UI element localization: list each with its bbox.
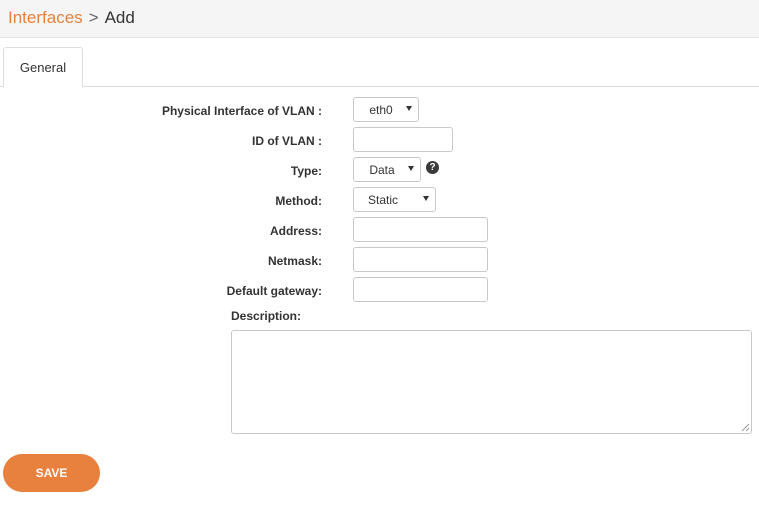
method-select[interactable]: Static [353,187,436,212]
address-input[interactable] [353,217,488,242]
chevron-down-icon [406,106,412,111]
address-label: Address: [269,224,322,238]
netmask-label: Netmask: [267,254,322,268]
breadcrumb: Interfaces > Add [8,8,135,28]
method-value: Static [367,193,398,207]
resize-grip-icon[interactable] [741,423,750,432]
save-button[interactable]: SAVE [3,454,100,492]
page-header: Interfaces > Add [0,0,759,38]
method-label: Method: [275,194,322,208]
breadcrumb-link-interfaces[interactable]: Interfaces [8,8,83,27]
description-textarea[interactable] [231,330,752,434]
type-value: Data [369,163,395,177]
netmask-input[interactable] [353,247,488,272]
type-select[interactable]: Data [353,157,421,182]
description-label: Description: [231,309,302,323]
physical-interface-select[interactable]: eth0 [353,97,419,122]
breadcrumb-separator: > [88,8,99,27]
tab-bar-divider [0,86,759,87]
question-circle-icon[interactable]: ? [426,161,439,174]
vlan-id-label: ID of VLAN : [252,134,322,148]
default-gateway-input[interactable] [353,277,488,302]
tab-general[interactable]: General [3,47,83,88]
chevron-down-icon [408,166,414,171]
physical-interface-label: Physical Interface of VLAN : [161,104,322,118]
vlan-id-input[interactable] [353,127,453,152]
type-label: Type: [290,164,322,178]
chevron-down-icon [423,196,429,201]
physical-interface-value: eth0 [369,103,393,117]
breadcrumb-current: Add [104,8,135,27]
default-gateway-label: Default gateway: [226,284,322,298]
